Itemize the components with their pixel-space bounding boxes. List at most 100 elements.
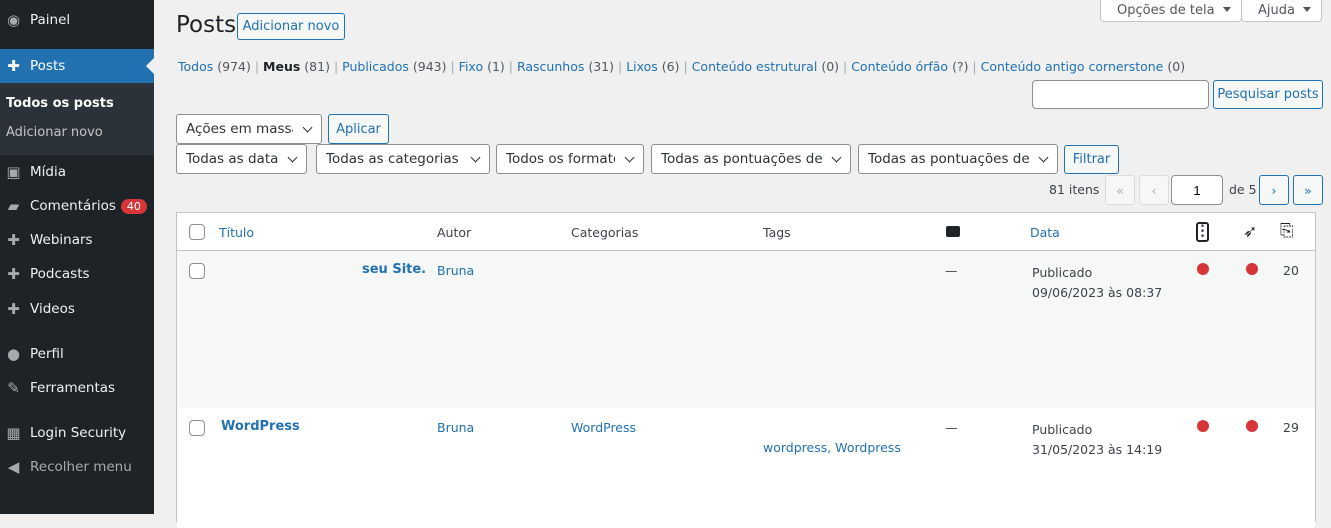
sidebar-item-ferramentas[interactable]: ✎ Ferramentas bbox=[0, 371, 154, 405]
internal-links-count: 29 bbox=[1283, 420, 1299, 435]
view-label[interactable]: Meus bbox=[263, 59, 300, 74]
tags-link[interactable]: wordpress, Wordpress bbox=[763, 440, 901, 455]
seo-score-dot bbox=[1197, 420, 1209, 432]
security-icon: ▦ bbox=[6, 424, 21, 442]
sidebar-item-label: Perfil bbox=[30, 346, 64, 362]
view-filters: Todos (974) | Meus (81) | Publicados (94… bbox=[178, 59, 1186, 74]
sidebar-item-label: Posts bbox=[30, 58, 66, 74]
sidebar-item-painel[interactable]: ◉ Painel bbox=[0, 3, 154, 37]
readability-filter[interactable]: Todas as pontuações de legibilidade bbox=[858, 144, 1058, 174]
internal-links-count: 20 bbox=[1283, 263, 1299, 278]
user-icon: ● bbox=[6, 345, 21, 363]
sidebar-item-comentários[interactable]: ▰ Comentários 40 bbox=[0, 189, 154, 223]
view-label[interactable]: Lixos bbox=[626, 59, 658, 74]
view-6[interactable]: Conteúdo estrutural (0) bbox=[692, 59, 839, 74]
apply-button[interactable]: Aplicar bbox=[328, 114, 389, 144]
table-header: Título Autor Categorias Tags Data • • • ➶ … bbox=[177, 213, 1315, 251]
date-filter-value: Todas as datas bbox=[186, 151, 278, 167]
comments-count: — bbox=[945, 263, 958, 278]
pin-icon: ✚ bbox=[7, 300, 20, 318]
date-filter[interactable]: Todas as datas bbox=[176, 144, 307, 174]
table-row: WordPress Bruna WordPress wordpress, Wor… bbox=[177, 408, 1315, 528]
author-link[interactable]: Bruna bbox=[437, 420, 474, 435]
sidebar-item-label: Login Security bbox=[30, 425, 127, 441]
view-3[interactable]: Fixo (1) bbox=[459, 59, 505, 74]
view-7[interactable]: Conteúdo órfão (?) bbox=[851, 59, 968, 74]
add-new-button[interactable]: Adicionar novo bbox=[237, 13, 345, 40]
post-title-link[interactable]: WordPress bbox=[221, 419, 300, 434]
view-2[interactable]: Publicados (943) bbox=[342, 59, 446, 74]
sidebar-item-posts[interactable]: ✚ Posts bbox=[0, 49, 154, 83]
view-count: (?) bbox=[952, 59, 969, 74]
filter-button[interactable]: Filtrar bbox=[1064, 145, 1119, 174]
seo-score-filter[interactable]: Todas as pontuações de SEO bbox=[651, 144, 851, 174]
view-count: (0) bbox=[821, 59, 840, 74]
view-label[interactable]: Conteúdo antigo cornerstone bbox=[981, 59, 1164, 74]
sidebar-item-recolher-menu[interactable]: ◀ Recolher menu bbox=[0, 450, 154, 484]
post-status: Publicado bbox=[1032, 422, 1093, 437]
sidebar-item-label: Videos bbox=[30, 301, 75, 317]
row-checkbox[interactable] bbox=[189, 420, 205, 436]
column-date[interactable]: Data bbox=[1030, 225, 1060, 240]
row-checkbox[interactable] bbox=[189, 263, 205, 279]
collapse-icon: ◀ bbox=[7, 458, 20, 476]
view-label[interactable]: Conteúdo órfão bbox=[851, 59, 948, 74]
last-page-button[interactable]: » bbox=[1293, 175, 1323, 205]
comment-icon bbox=[946, 226, 960, 237]
sidebar-item-login-security[interactable]: ▦ Login Security bbox=[0, 416, 154, 450]
table-row: seu Site. Bruna — Publicado 09/06/2023 às… bbox=[177, 251, 1315, 408]
view-label[interactable]: Publicados bbox=[342, 59, 409, 74]
category-link[interactable]: WordPress bbox=[571, 420, 636, 435]
view-4[interactable]: Rascunhos (31) bbox=[517, 59, 614, 74]
total-pages: de 5 bbox=[1229, 182, 1257, 197]
sidebar-item-videos[interactable]: ✚ Videos bbox=[0, 292, 154, 326]
sidebar-item-label: Ferramentas bbox=[30, 380, 116, 396]
view-label[interactable]: Todos bbox=[178, 59, 213, 74]
view-count: (31) bbox=[588, 59, 615, 74]
submenu-add-new[interactable]: Adicionar novo bbox=[6, 125, 103, 140]
readability-score-dot bbox=[1246, 420, 1258, 432]
author-link[interactable]: Bruna bbox=[437, 263, 474, 278]
sidebar-item-label: Comentários bbox=[30, 198, 116, 214]
sidebar-item-label: Podcasts bbox=[30, 266, 90, 282]
internal-links-icon[interactable]: ⎘ bbox=[1280, 221, 1294, 241]
view-label[interactable]: Rascunhos bbox=[517, 59, 584, 74]
bulk-actions-select[interactable]: Ações em massa bbox=[176, 114, 322, 144]
post-title-link[interactable]: seu Site. bbox=[362, 262, 426, 277]
format-filter[interactable]: Todos os formatos bbox=[496, 144, 644, 174]
sidebar-item-mídia[interactable]: ▣ Mídia bbox=[0, 155, 154, 189]
current-page-input[interactable] bbox=[1171, 175, 1223, 205]
sidebar-item-perfil[interactable]: ● Perfil bbox=[0, 337, 154, 371]
sidebar-item-podcasts[interactable]: ✚ Podcasts bbox=[0, 257, 154, 291]
pin-icon: ✚ bbox=[7, 231, 20, 249]
readability-filter-value: Todas as pontuações de legibilidade bbox=[868, 151, 1029, 167]
admin-sidebar: ◉ Painel ✚ Posts ▣ Mídia ▰ Comentários 40 ✚ Webina… bbox=[0, 0, 154, 514]
select-all-checkbox[interactable] bbox=[189, 224, 205, 240]
search-posts-button[interactable]: Pesquisar posts bbox=[1213, 80, 1323, 109]
next-page-button[interactable]: › bbox=[1259, 175, 1289, 205]
readability-score-dot bbox=[1246, 263, 1258, 275]
screen-options-button[interactable]: Opções de tela bbox=[1100, 0, 1242, 22]
submenu-all-posts[interactable]: Todos os posts bbox=[6, 96, 114, 111]
view-label[interactable]: Fixo bbox=[459, 59, 483, 74]
sidebar-item-label: Mídia bbox=[30, 164, 66, 180]
view-0[interactable]: Todos (974) bbox=[178, 59, 251, 74]
column-author: Autor bbox=[437, 225, 472, 240]
column-title[interactable]: Título bbox=[219, 225, 254, 240]
view-8[interactable]: Conteúdo antigo cornerstone (0) bbox=[981, 59, 1185, 74]
seo-traffic-light-icon[interactable]: • • • bbox=[1196, 222, 1209, 242]
post-datetime: 31/05/2023 às 14:19 bbox=[1032, 442, 1163, 457]
view-5[interactable]: Lixos (6) bbox=[626, 59, 679, 74]
seo-score-filter-value: Todas as pontuações de SEO bbox=[661, 151, 822, 167]
page-title: Posts bbox=[176, 12, 237, 38]
search-input[interactable] bbox=[1032, 80, 1209, 109]
post-date: Publicado 09/06/2023 às 08:37 bbox=[1032, 263, 1162, 303]
prev-page-button[interactable]: ‹ bbox=[1139, 175, 1169, 205]
feather-icon[interactable]: ➶ bbox=[1243, 222, 1257, 242]
sidebar-item-webinars[interactable]: ✚ Webinars bbox=[0, 223, 154, 257]
help-button[interactable]: Ajuda bbox=[1241, 0, 1322, 22]
view-1[interactable]: Meus (81) bbox=[263, 59, 330, 74]
view-label[interactable]: Conteúdo estrutural bbox=[692, 59, 818, 74]
category-filter[interactable]: Todas as categorias bbox=[316, 144, 490, 174]
first-page-button[interactable]: « bbox=[1105, 175, 1135, 205]
